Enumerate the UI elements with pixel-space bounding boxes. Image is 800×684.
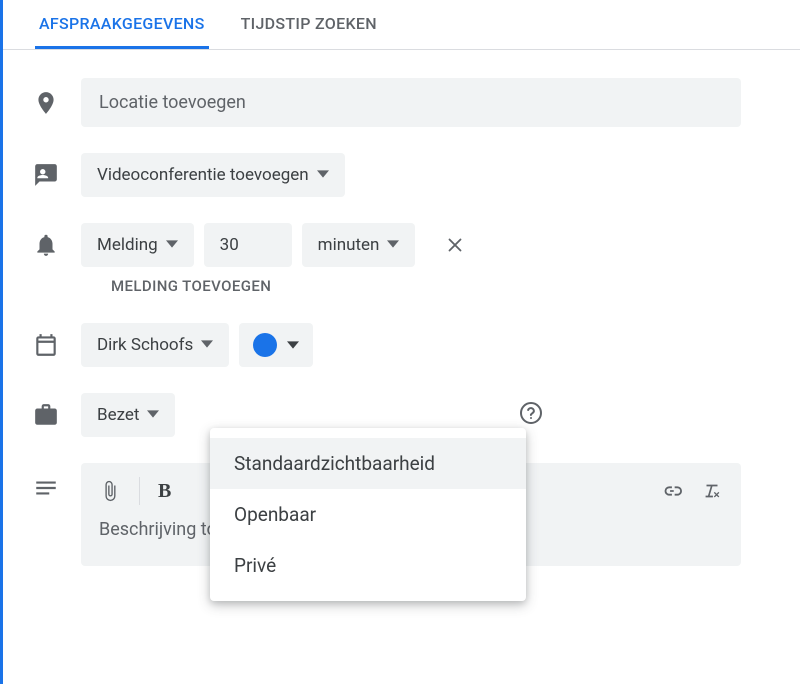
calendar-owner-selector[interactable]: Dirk Schoofs (81, 323, 229, 367)
chevron-down-icon (287, 336, 299, 355)
tab-details[interactable]: AFSPRAAKGEGEVENS (35, 0, 209, 49)
notification-row: Melding minuten (33, 223, 800, 267)
visibility-option-default[interactable]: Standaardzichtbaarheid (210, 438, 526, 489)
attachment-icon[interactable] (99, 480, 121, 502)
add-videoconf-button[interactable]: Videoconferentie toevoegen (81, 153, 345, 197)
add-notification-button[interactable]: MELDING TOEVOEGEN (111, 277, 800, 295)
help-icon[interactable] (519, 401, 543, 429)
event-color-selector[interactable] (239, 323, 313, 367)
notification-type-selector[interactable]: Melding (81, 223, 194, 267)
calendar-owner-label: Dirk Schoofs (97, 335, 193, 355)
location-input[interactable] (81, 78, 741, 127)
notification-value-input[interactable] (204, 223, 292, 267)
calendar-icon (33, 332, 81, 358)
remove-notification-button[interactable] (435, 225, 475, 265)
videoconf-row: Videoconferentie toevoegen (33, 153, 800, 197)
visibility-option-private[interactable]: Privé (210, 540, 526, 591)
chevron-down-icon (201, 335, 213, 355)
tab-find-time[interactable]: TIJDSTIP ZOEKEN (237, 0, 381, 49)
notification-unit-selector[interactable]: minuten (302, 223, 416, 267)
add-videoconf-label: Videoconferentie toevoegen (97, 165, 309, 185)
location-pin-icon (33, 90, 81, 116)
toolbar-divider (139, 477, 140, 505)
availability-selector[interactable]: Bezet (81, 393, 175, 437)
chevron-down-icon (147, 405, 159, 425)
availability-label: Bezet (97, 405, 139, 425)
chevron-down-icon (317, 165, 329, 185)
calendar-row: Dirk Schoofs (33, 323, 800, 367)
visibility-dropdown: Standaardzichtbaarheid Openbaar Privé (210, 428, 526, 601)
link-icon[interactable] (661, 480, 683, 502)
notification-type-label: Melding (97, 235, 158, 255)
clear-formatting-icon[interactable] (701, 480, 723, 502)
bell-icon (33, 232, 81, 258)
briefcase-icon (33, 402, 81, 428)
tabs: AFSPRAAKGEGEVENS TIJDSTIP ZOEKEN (3, 0, 800, 50)
notes-icon (33, 463, 81, 501)
chevron-down-icon (387, 235, 399, 255)
chevron-down-icon (166, 235, 178, 255)
visibility-option-public[interactable]: Openbaar (210, 489, 526, 540)
notification-unit-label: minuten (318, 235, 380, 255)
bold-icon[interactable]: B (158, 480, 171, 503)
location-row (33, 78, 800, 127)
color-swatch-icon (253, 333, 277, 357)
video-speaker-icon (33, 162, 81, 188)
